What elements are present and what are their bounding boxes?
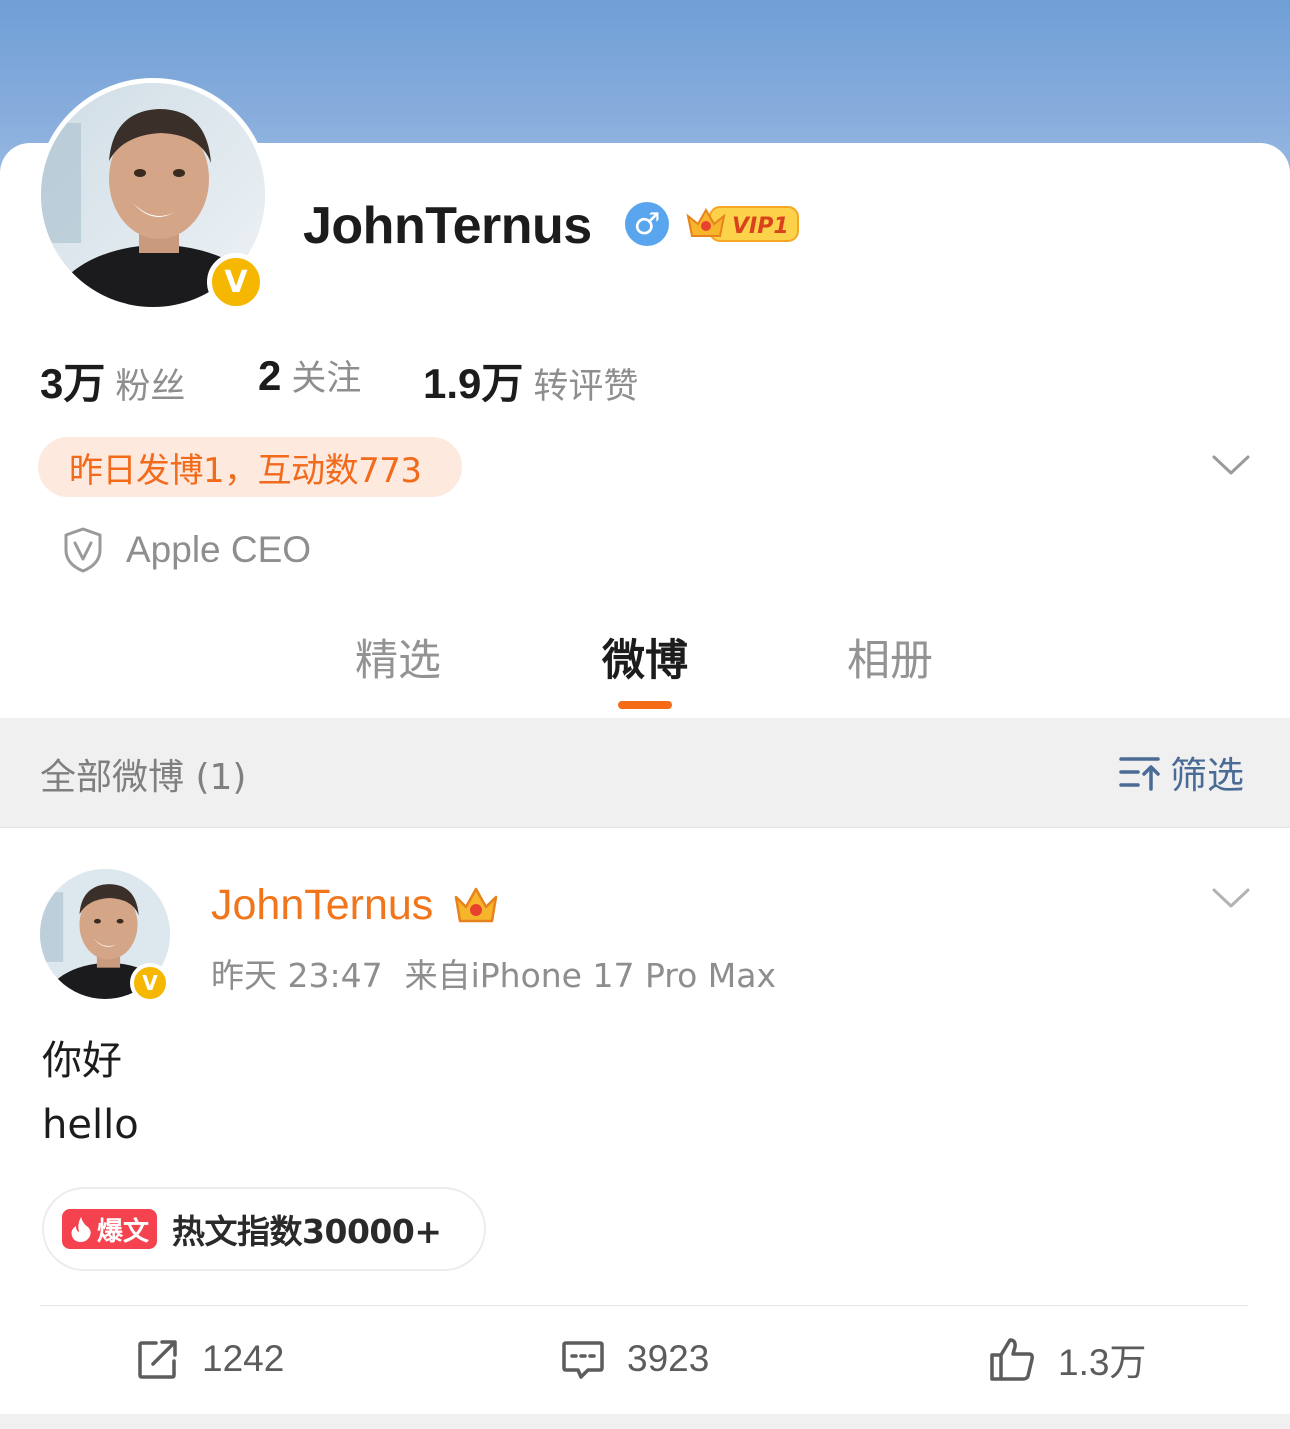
- comment-icon: [562, 1341, 604, 1379]
- verified-v-icon: V: [207, 253, 265, 311]
- stat-following-label: 关注: [291, 359, 362, 399]
- gender-male-icon: ♂: [625, 202, 669, 246]
- vip-badge[interactable]: VIP1: [686, 202, 800, 244]
- chevron-down-icon[interactable]: [1210, 881, 1252, 915]
- like-count: 1.3万: [1058, 1342, 1147, 1383]
- profile-username: JohnTernus: [303, 197, 592, 255]
- comment-count: 3923: [627, 1338, 710, 1379]
- hot-tag: 爆文: [62, 1209, 158, 1249]
- post-card[interactable]: V JohnTernus 昨天 23:47 来自iPhone 17 Pro Max…: [0, 829, 1290, 1414]
- repost-count: 1242: [202, 1338, 285, 1379]
- filter-sort-icon: [1119, 757, 1160, 791]
- stat-interactions-label: 转评赞: [533, 367, 639, 407]
- tab-featured[interactable]: 精选: [308, 626, 488, 688]
- stat-interactions-value: 1.9万: [423, 360, 524, 407]
- filter-button[interactable]: 筛选: [1118, 746, 1244, 798]
- shield-v-icon: [64, 527, 102, 573]
- stat-interactions[interactable]: 1.9万 转评赞: [423, 350, 638, 411]
- activity-pill[interactable]: 昨日发博1，互动数773: [38, 437, 462, 497]
- stat-following-value: 2: [258, 352, 282, 399]
- post-content: 你好 hello: [42, 1029, 139, 1157]
- hot-index-text: 热文指数30000+: [172, 1212, 442, 1251]
- repost-icon: [138, 1340, 177, 1379]
- comment-button[interactable]: 3923: [561, 1329, 709, 1389]
- hot-tag-label: 爆文: [97, 1216, 150, 1247]
- stat-followers[interactable]: 3万 粉丝: [40, 350, 185, 411]
- tab-album[interactable]: 相册: [800, 626, 980, 688]
- stat-followers-label: 粉丝: [115, 367, 186, 407]
- hot-index-chip[interactable]: 爆文 热文指数30000+: [42, 1187, 486, 1271]
- post-divider: [40, 1305, 1248, 1306]
- stat-following[interactable]: 2 关注: [258, 350, 361, 401]
- verified-v-icon: V: [130, 963, 170, 1003]
- profile-page: V JohnTernus ♂ VIP1 3万 粉丝 2 关注 1.9万 转评赞 昨日发…: [0, 0, 1290, 1429]
- vip-level-text: VIP1: [732, 214, 789, 239]
- tab-weibo[interactable]: 微博: [555, 626, 735, 688]
- post-text-line: 你好: [42, 1038, 122, 1084]
- repost-button[interactable]: 1242: [136, 1329, 284, 1389]
- feed-separator: [0, 1414, 1290, 1429]
- stat-followers-value: 3万: [40, 360, 106, 407]
- post-meta: 昨天 23:47 来自iPhone 17 Pro Max: [211, 949, 776, 997]
- like-icon: [990, 1338, 1034, 1381]
- all-posts-title: 全部微博 (1): [40, 757, 247, 798]
- fire-icon: [71, 1217, 91, 1242]
- tab-active-indicator: [618, 701, 672, 709]
- certification-row: Apple CEO: [62, 522, 311, 578]
- filter-label: 筛选: [1170, 754, 1244, 797]
- profile-tabs: 精选 微博 相册: [0, 618, 1290, 718]
- vip-crown-icon: VIP1: [686, 206, 799, 242]
- chevron-down-icon[interactable]: [1210, 448, 1252, 482]
- crown-icon: [454, 887, 498, 923]
- post-source: 来自iPhone 17 Pro Max: [404, 956, 777, 995]
- post-author-name[interactable]: JohnTernus: [211, 881, 433, 930]
- filter-bar: 全部微博 (1) 筛选: [0, 718, 1290, 828]
- post-time: 昨天 23:47: [211, 956, 383, 995]
- like-button[interactable]: 1.3万: [988, 1329, 1146, 1389]
- post-text-line: hello: [42, 1102, 139, 1148]
- certification-text: Apple CEO: [126, 529, 312, 570]
